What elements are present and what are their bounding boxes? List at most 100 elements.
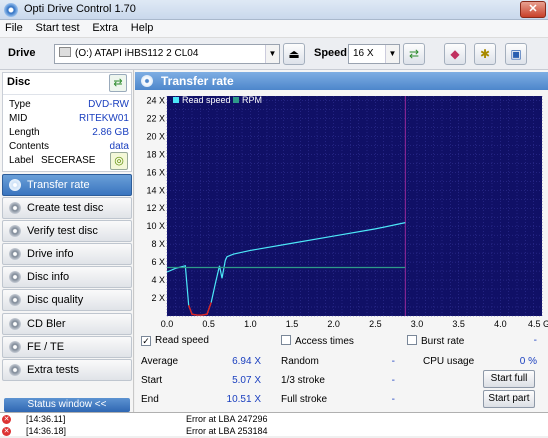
disc-length-key: Length — [9, 127, 40, 138]
nav-extra-tests[interactable]: Extra tests — [2, 359, 132, 381]
end-label: End — [141, 394, 159, 405]
burst-rate-checkbox[interactable]: Burst rate — [407, 335, 464, 347]
disc-icon — [9, 202, 21, 214]
y-tick-label: 6 X — [151, 257, 165, 267]
menu-bar: File Start test Extra Help — [0, 20, 548, 38]
access-times-checkbox[interactable]: Access times — [281, 335, 354, 347]
start-value: 5.07 X — [232, 375, 261, 386]
panel-title: Transfer rate — [161, 74, 234, 88]
nav-fe-te[interactable]: FE / TE — [2, 336, 132, 358]
toolbar: Drive (O:) ATAPI iHBS112 2 CL04 ▼ ⏏ Spee… — [0, 38, 548, 70]
erase-icon[interactable]: ◆ — [444, 43, 466, 65]
disc-icon — [9, 271, 21, 283]
drive-label: Drive — [8, 47, 36, 59]
disc-row-length: Length 2.86 GB — [9, 127, 129, 140]
x-tick-label: 1.0 — [244, 319, 257, 329]
x-tick-label: 3.0 — [411, 319, 424, 329]
menu-start-test[interactable]: Start test — [31, 20, 85, 36]
start-full-button[interactable]: Start full — [483, 370, 535, 388]
status-window-toggle[interactable]: Status window << — [4, 398, 130, 412]
error-icon: ✕ — [2, 427, 11, 436]
menu-help[interactable]: Help — [126, 20, 159, 36]
nav-drive-info-label: Drive info — [27, 248, 74, 260]
transfer-rate-panel: Transfer rate 2 X 4 X 6 X 8 X 10 X 12 X 14 X 16… — [135, 70, 548, 412]
nav-create-test-disc[interactable]: Create test disc — [2, 197, 132, 219]
title-bar: Opti Drive Control 1.70 ✕ — [0, 0, 548, 20]
drive-select[interactable]: (O:) ATAPI iHBS112 2 CL04 ▼ — [54, 44, 280, 64]
disc-icon — [9, 225, 21, 237]
nav-extra-tests-label: Extra tests — [27, 364, 79, 376]
x-tick-label: 4.5 GB — [528, 319, 548, 329]
plot-background — [167, 96, 542, 316]
disc-length-value: 2.86 GB — [92, 127, 129, 138]
checkbox-icon — [407, 335, 417, 345]
random-value: - — [391, 356, 395, 367]
y-tick-label: 12 X — [146, 203, 165, 213]
y-tick-label: 20 X — [146, 131, 165, 141]
nav-drive-info[interactable]: Drive info — [2, 243, 132, 265]
read-speed-checkbox[interactable]: ✓ Read speed — [141, 335, 209, 346]
log-time: [14:36.18] — [26, 426, 67, 436]
nav-create-test-disc-label: Create test disc — [27, 202, 104, 214]
read-speed-label: Read speed — [155, 335, 209, 346]
nav-disc-quality[interactable]: Disc quality — [2, 289, 132, 311]
legend-label: Read speed — [182, 95, 231, 105]
eject-button[interactable]: ⏏ — [283, 43, 305, 65]
nav-cd-bler-label: CD Bler — [27, 318, 66, 330]
edit-label-button[interactable]: ◎ — [110, 152, 128, 170]
checkbox-checked-icon: ✓ — [141, 336, 151, 346]
y-tick-label: 22 X — [146, 113, 165, 123]
log-message: Error at LBA 253184 — [186, 426, 268, 436]
full-stroke-value: - — [391, 394, 395, 405]
disc-icon — [9, 341, 21, 353]
speed-select-value: 16 X — [353, 48, 374, 59]
speed-label: Speed — [314, 47, 348, 59]
checkbox-icon — [281, 335, 291, 345]
start-part-button[interactable]: Start part — [483, 390, 535, 408]
average-label: Average — [141, 356, 179, 367]
chevron-down-icon: ▼ — [385, 45, 399, 63]
nav-verify-test-disc[interactable]: Verify test disc — [2, 220, 132, 242]
transfer-rate-chart: 2 X 4 X 6 X 8 X 10 X 12 X 14 X 16 X 18 X 20 X 22 X… — [146, 95, 548, 329]
refresh-speed-button[interactable]: ⇄ — [403, 43, 425, 65]
x-tick-label: 4.0 — [494, 319, 507, 329]
y-tick-label: 14 X — [146, 185, 165, 195]
end-value: 10.51 X — [226, 394, 261, 405]
drive-select-value: (O:) ATAPI iHBS112 2 CL04 — [75, 48, 199, 59]
disc-icon — [9, 318, 21, 330]
nav-disc-info[interactable]: Disc info — [2, 266, 132, 288]
panel-header: Transfer rate — [135, 72, 548, 90]
nav-transfer-rate-label: Transfer rate — [27, 179, 90, 191]
average-value: 6.94 X — [232, 356, 261, 367]
speed-select[interactable]: 16 X ▼ — [348, 44, 400, 64]
start-label: Start — [141, 375, 163, 386]
x-tick-label: 0.0 — [161, 319, 174, 329]
disc-icon — [9, 294, 21, 306]
disc-type-value: DVD-RW — [88, 99, 129, 110]
menu-extra[interactable]: Extra — [87, 20, 123, 36]
disc-mid-key: MID — [9, 113, 28, 124]
disc-icon — [9, 364, 21, 376]
disc-row-label: Label SECERASE — [9, 155, 99, 168]
menu-file[interactable]: File — [0, 20, 28, 36]
disc-label-value: SECERASE — [41, 155, 96, 166]
disc-refresh-button[interactable]: ⇄ — [109, 74, 127, 92]
log-row: ✕ [14:36.18] Error at LBA 253184 — [2, 426, 542, 438]
y-tick-label: 4 X — [151, 275, 165, 285]
drive-icon — [59, 47, 71, 57]
full-stroke-label: Full stroke — [281, 394, 328, 405]
nav-transfer-rate[interactable]: Transfer rate — [2, 174, 132, 196]
burst-rate-label: Burst rate — [421, 336, 465, 347]
y-tick-label: 10 X — [146, 221, 165, 231]
settings-icon[interactable]: ✱ — [474, 43, 496, 65]
app-disc-icon — [4, 3, 18, 17]
chevron-down-icon: ▼ — [265, 45, 279, 63]
disc-icon — [9, 248, 21, 260]
nav-cd-bler[interactable]: CD Bler — [2, 313, 132, 335]
disc-icon — [141, 75, 153, 87]
save-icon[interactable]: ▣ — [505, 43, 527, 65]
nav-disc-quality-label: Disc quality — [27, 294, 84, 306]
close-button[interactable]: ✕ — [520, 1, 546, 18]
legend-label: RPM — [242, 95, 262, 105]
x-tick-label: 0.5 — [202, 319, 215, 329]
